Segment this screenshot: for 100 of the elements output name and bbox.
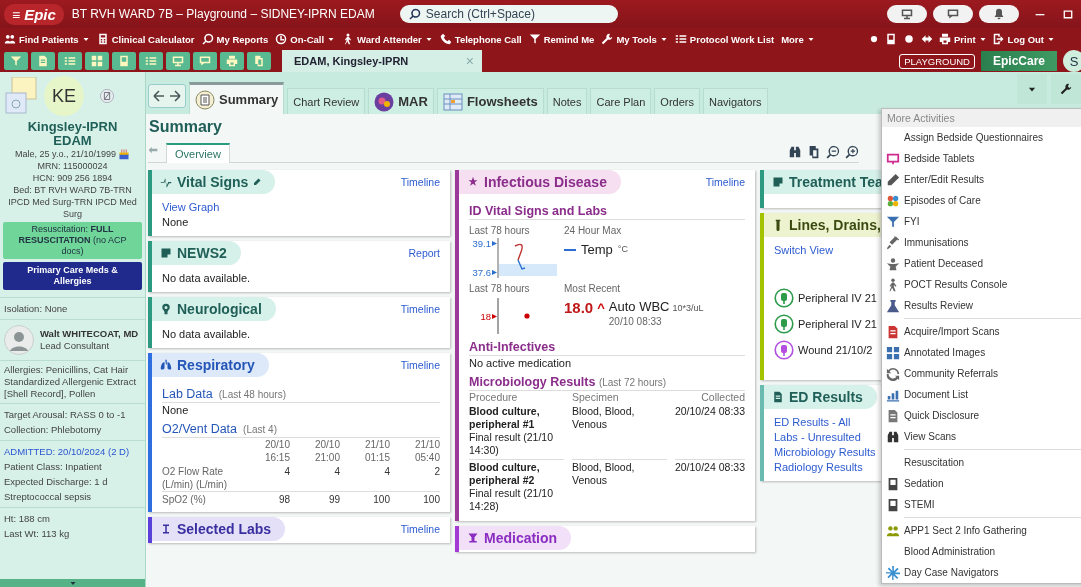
activity-tab[interactable]: Orders (654, 88, 700, 114)
column-heading: Most Recent (564, 282, 622, 296)
menu-item[interactable]: Immunisations (882, 232, 1081, 253)
section-note: (Last 48 hours) (218, 388, 286, 402)
procedure-name: Blood culture, peripheral #1 (469, 405, 541, 431)
menu-item[interactable]: My Reports (216, 33, 269, 45)
report-link[interactable]: Report (408, 247, 440, 259)
menu-item[interactable]: Annotated Images (882, 342, 1081, 363)
results-link[interactable]: Microbiology Results (774, 445, 880, 460)
menu-item[interactable]: Document List (882, 384, 1081, 405)
timeline-link[interactable]: Timeline (400, 176, 440, 188)
menu-item[interactable]: POCT Results Console (882, 274, 1081, 295)
procedure-name: Blood culture, peripheral #2 (469, 461, 541, 487)
menu-item[interactable]: View Scans (882, 426, 1081, 447)
menu-item[interactable]: My Tools (616, 33, 657, 45)
menu-item[interactable]: Log Out (1007, 33, 1044, 45)
card-text: No data available. (162, 327, 252, 342)
card-title: Neurological (177, 301, 262, 317)
menu-item[interactable]: Results Review (882, 295, 1081, 316)
column-heading: 24 Hour Max (564, 224, 623, 238)
admission-detail: Streptococcal sepsis (3, 490, 93, 504)
user-avatar[interactable]: S (1063, 50, 1081, 72)
mrn-text: MRN: 115000024 (36, 160, 109, 172)
menu-item[interactable]: STEMI (882, 494, 1081, 515)
marker-value: 18 (480, 310, 491, 322)
menu-item[interactable]: Ward Attender (357, 33, 422, 45)
switch-view-link[interactable]: Switch View (774, 243, 880, 258)
bed-text: Bed: BT RVH WARD 7B-TRN IPCD Med Surg-TRN IPCD Med Surg (7, 184, 138, 220)
results-link[interactable]: Radiology Results (774, 460, 880, 475)
menu-item[interactable]: Remind Me (543, 33, 595, 45)
activity-tab[interactable]: Chart Review (287, 88, 366, 114)
search-field[interactable]: Search (Ctrl+Space) (399, 5, 618, 23)
menu-item[interactable]: Print (953, 33, 976, 45)
menu-item[interactable]: Assign Bedside Questionnaires (882, 127, 1081, 148)
line-item[interactable]: Wound 21/10/2 (798, 342, 873, 358)
menu-item[interactable]: FYI (882, 211, 1081, 232)
results-link[interactable]: ED Results - All (774, 415, 880, 430)
menu-item[interactable]: Quick Disclosure (882, 405, 1081, 426)
line-item[interactable]: Peripheral IV 21 (798, 316, 877, 332)
window-title: BT RVH WARD 7B – Playground – SIDNEY-IPRN EDAM (71, 7, 376, 21)
menu-item[interactable]: Blood Administration (882, 541, 1081, 562)
patient-tab[interactable]: EDAM, Kingsley-IPRN × (282, 50, 482, 72)
menu-item[interactable]: Protocol Work List (689, 33, 775, 45)
column-header: 20/10 16:15 (263, 438, 290, 464)
measurement-text: Ht: 188 cm (3, 512, 51, 526)
measure-label: Temp (581, 242, 613, 257)
menu-item[interactable]: Sedation (882, 473, 1081, 494)
menu-item[interactable]: APP1 Sect 2 Info Gathering (882, 520, 1081, 541)
column-header: 21/10 01:15 (363, 438, 390, 464)
menu-item[interactable]: Resuscitation (882, 452, 1081, 473)
row-label: SpO2 (%) (162, 491, 246, 506)
product-label: EpicCare (980, 51, 1057, 71)
menu-item[interactable]: On-Call (290, 33, 325, 45)
column-header: 20/10 21:00 (313, 438, 340, 464)
column-header: Specimen (572, 391, 620, 404)
menu-item[interactable]: Patient Deceased (882, 253, 1081, 274)
menu-item[interactable]: Find Patients (19, 33, 79, 45)
results-link[interactable]: Labs - Unresulted (774, 430, 880, 445)
epic-menu-button[interactable]: ≡ Epic (4, 3, 64, 25)
timeline-link[interactable]: Timeline (400, 523, 440, 535)
menu-item[interactable]: More (781, 33, 804, 45)
table-cell-text: Blood, Blood, Venous (572, 461, 636, 487)
activity-tab[interactable]: Flowsheets (436, 88, 544, 114)
view-graph-link[interactable]: View Graph (162, 200, 440, 215)
primary-care-meds-button[interactable]: Primary Care Meds & Allergies (3, 262, 142, 290)
table-cell-text: 4 (333, 465, 340, 479)
card-title: Selected Labs (177, 521, 272, 537)
section-title: Microbiology Results (469, 375, 596, 389)
period-label: Last 78 hours (469, 224, 531, 238)
menu-item[interactable]: Day Case Navigators (882, 562, 1081, 583)
menu-item[interactable]: Telephone Call (454, 33, 522, 45)
activity-tab[interactable]: Navigators (703, 88, 768, 114)
admission-detail: Patient Class: Inpatient (3, 460, 103, 474)
menu-heading: More Activities (882, 109, 1081, 127)
overview-tab[interactable]: Overview (166, 143, 230, 163)
timeline-link[interactable]: Timeline (400, 359, 440, 371)
patient-tab-label: EDAM, Kingsley-IPRN (294, 55, 409, 67)
menu-item[interactable]: Acquire/Import Scans (882, 321, 1081, 342)
isolation-text: Isolation: None (3, 302, 69, 316)
timeline-link[interactable]: Timeline (400, 303, 440, 315)
table-cell: 100 (340, 491, 390, 506)
menu-item[interactable]: Community Referrals (882, 363, 1081, 384)
table-cell: 20/10/24 08:33 (674, 461, 745, 474)
menu-item[interactable]: Enter/Edit Results (882, 169, 1081, 190)
activity-tab[interactable]: Summary (189, 82, 285, 114)
page-heading: Summary (148, 117, 222, 137)
timeline-link[interactable]: Timeline (705, 176, 745, 188)
menu-item[interactable]: Clinical Calculator (111, 33, 195, 45)
activity-tab[interactable]: Notes (546, 88, 588, 114)
activity-tab[interactable]: MAR (368, 88, 434, 114)
card-title: Vital Signs (177, 174, 249, 190)
patient-name: Kingsley-IPRN EDAM (26, 120, 119, 148)
environment-badge: PLAYGROUND (899, 53, 975, 69)
section-title: ID Vital Signs and Labs (469, 204, 745, 220)
menu-item[interactable]: Bedside Tablets (882, 148, 1081, 169)
unit-label: °C (617, 243, 628, 256)
line-item[interactable]: Peripheral IV 21 (798, 290, 877, 306)
card-text: No data available. (162, 271, 252, 286)
menu-item[interactable]: Episodes of Care (882, 190, 1081, 211)
activity-tab[interactable]: Care Plan (590, 88, 652, 114)
